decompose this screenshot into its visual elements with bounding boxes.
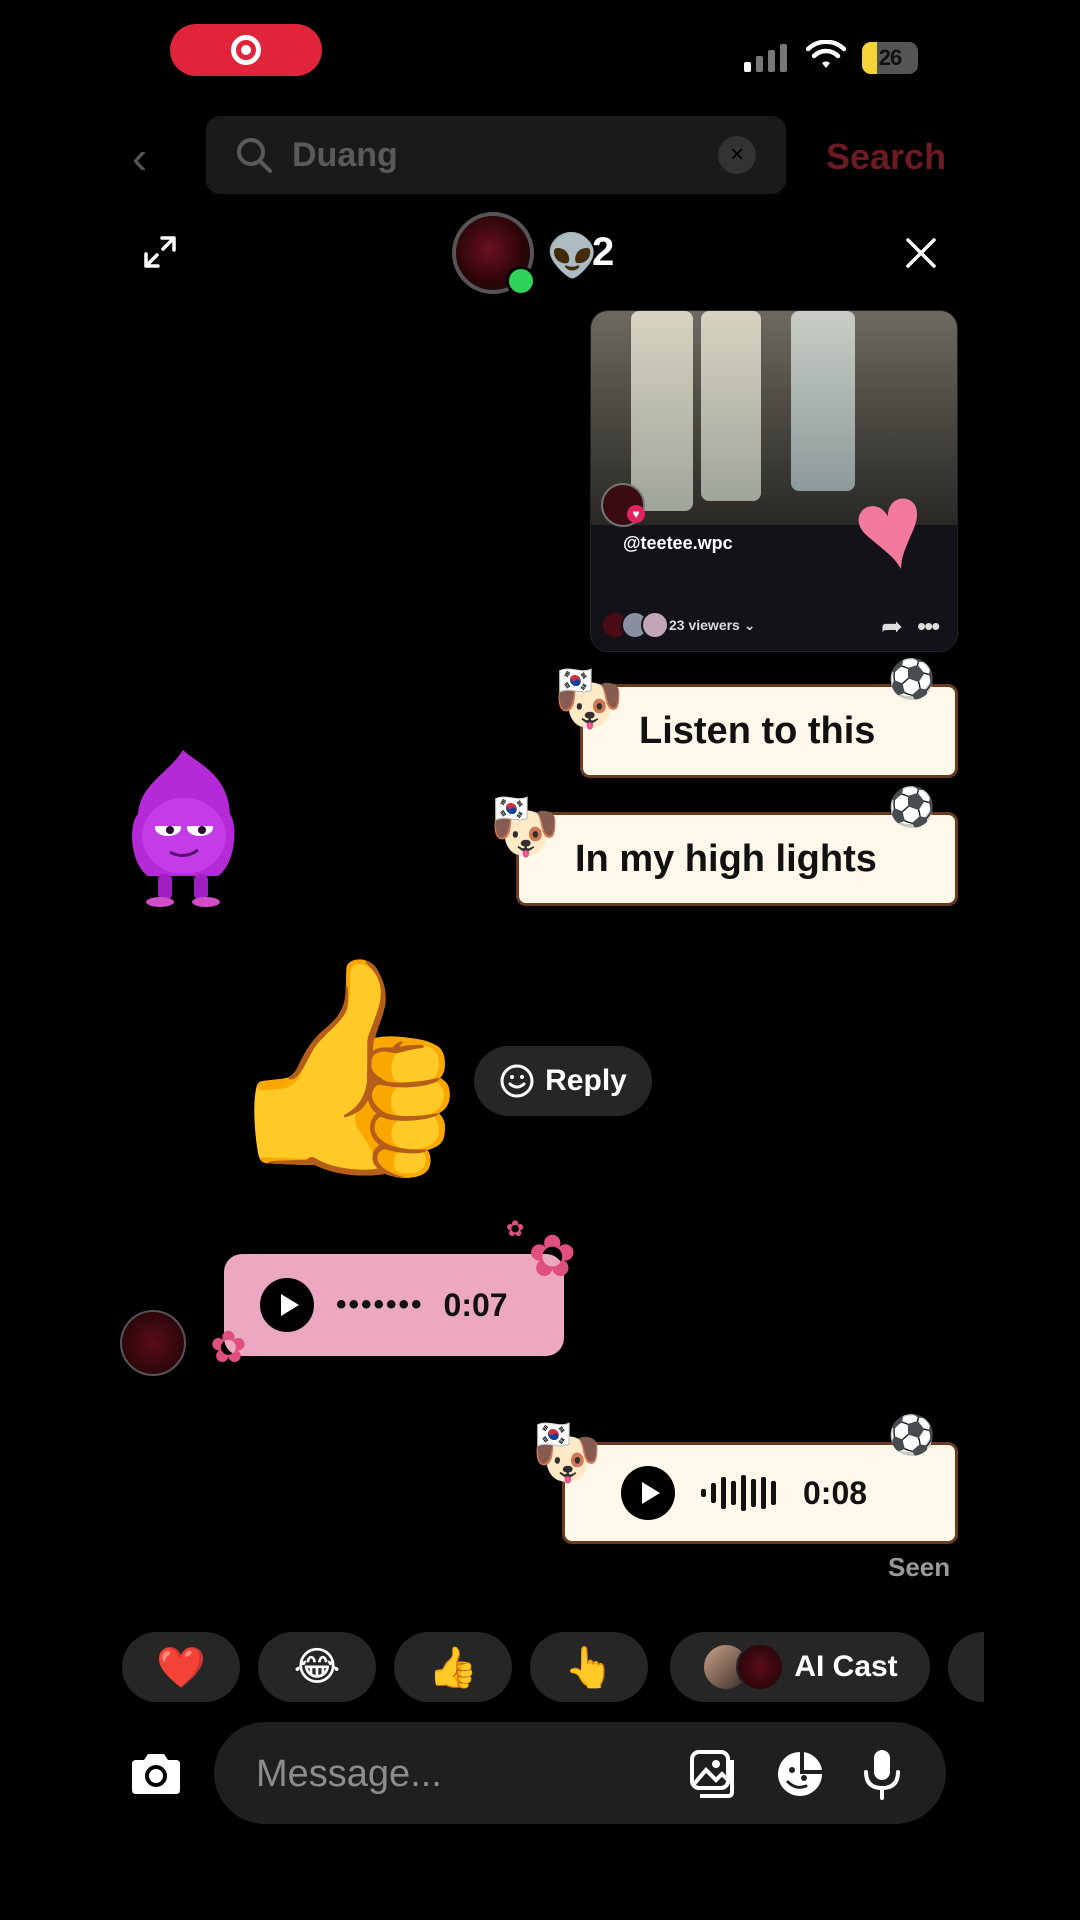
battery-icon: 26 <box>862 42 918 74</box>
search-button[interactable]: Search <box>826 136 946 178</box>
sticker-icon[interactable] <box>774 1748 826 1800</box>
soccer-ball-icon: ⚽ <box>888 659 936 701</box>
flag-icon: 🇰🇷 <box>536 1419 571 1450</box>
battery-level: 26 <box>878 45 903 70</box>
reply-button[interactable]: Reply <box>474 1046 652 1116</box>
reaction-chip-laugh[interactable]: 😂 <box>258 1632 376 1702</box>
voice-duration: 0:07 <box>443 1286 508 1323</box>
back-arrow-icon[interactable]: ‹ <box>132 130 147 184</box>
viewer-avatars <box>601 611 669 639</box>
thumbs-up-emoji[interactable]: 👍 <box>218 962 479 1172</box>
message-text: In my high lights <box>575 837 877 880</box>
ai-cast-label: AI Cast <box>794 1650 898 1683</box>
incoming-voice-message[interactable]: ••••••• 0:07 <box>224 1254 564 1356</box>
play-icon[interactable] <box>260 1278 314 1332</box>
video-handle[interactable]: @teetee.wpc <box>623 533 733 554</box>
waveform <box>701 1475 776 1511</box>
reaction-chip-point-up[interactable]: 👆 <box>530 1632 648 1702</box>
search-query: Duang <box>292 135 398 174</box>
voice-duration: 0:08 <box>803 1474 868 1511</box>
clear-icon[interactable]: × <box>718 136 756 174</box>
seen-status: Seen <box>888 1552 951 1582</box>
more-icon[interactable]: ••• <box>917 611 940 642</box>
reaction-chip-thumbs-up[interactable]: 👍 <box>394 1632 512 1702</box>
screen-record-indicator[interactable] <box>170 24 322 76</box>
search-bar[interactable]: Duang × <box>206 116 786 194</box>
share-icon[interactable]: ➦ <box>881 611 903 642</box>
sender-avatar[interactable] <box>120 1310 186 1376</box>
shared-video-card[interactable]: ♥ ♥ @teetee.wpc 23 viewers ⌄ ➦ ••• <box>590 310 958 652</box>
flag-icon: 🇰🇷 <box>494 793 529 824</box>
expand-icon[interactable] <box>142 234 178 270</box>
reply-label: Reply <box>545 1064 627 1097</box>
heart-badge-icon: ♥ <box>627 505 645 523</box>
gallery-icon[interactable] <box>688 1748 740 1800</box>
waveform: ••••••• <box>336 1288 424 1321</box>
ai-cast-chip[interactable]: AI Cast <box>670 1632 930 1702</box>
flower-icon: ✿ <box>210 1323 247 1372</box>
flower-icon: ✿ <box>506 1216 525 1241</box>
play-icon[interactable] <box>621 1466 675 1520</box>
smile-icon <box>500 1064 534 1098</box>
reaction-chip-heart[interactable]: ❤️ <box>122 1632 240 1702</box>
soccer-ball-icon: ⚽ <box>888 1415 936 1457</box>
signal-icon <box>744 44 787 72</box>
member-emoji: 👽 <box>546 232 599 279</box>
message-text: Listen to this <box>639 709 876 752</box>
member-count[interactable]: 2 <box>592 230 614 275</box>
ai-cast-avatar <box>736 1643 785 1691</box>
soccer-ball-icon: ⚽ <box>888 787 936 829</box>
flower-icon: ✿ <box>528 1224 577 1289</box>
screen-record-icon <box>231 35 261 65</box>
viewers-count[interactable]: 23 viewers ⌄ <box>669 617 755 634</box>
flag-icon: 🇰🇷 <box>558 665 593 696</box>
close-icon[interactable] <box>904 236 938 270</box>
camera-icon[interactable] <box>128 1750 184 1798</box>
wifi-icon <box>806 40 846 68</box>
message-composer[interactable] <box>214 1722 946 1824</box>
message-input[interactable] <box>254 1748 678 1800</box>
online-indicator <box>506 266 536 296</box>
mic-icon[interactable] <box>860 1748 904 1800</box>
purple-flame-sticker[interactable] <box>118 744 248 908</box>
search-icon <box>237 138 272 173</box>
phone-screen: 26 ‹ Duang × Search 👽 2 ♥ ♥ @teetee.wpc <box>96 0 984 1920</box>
